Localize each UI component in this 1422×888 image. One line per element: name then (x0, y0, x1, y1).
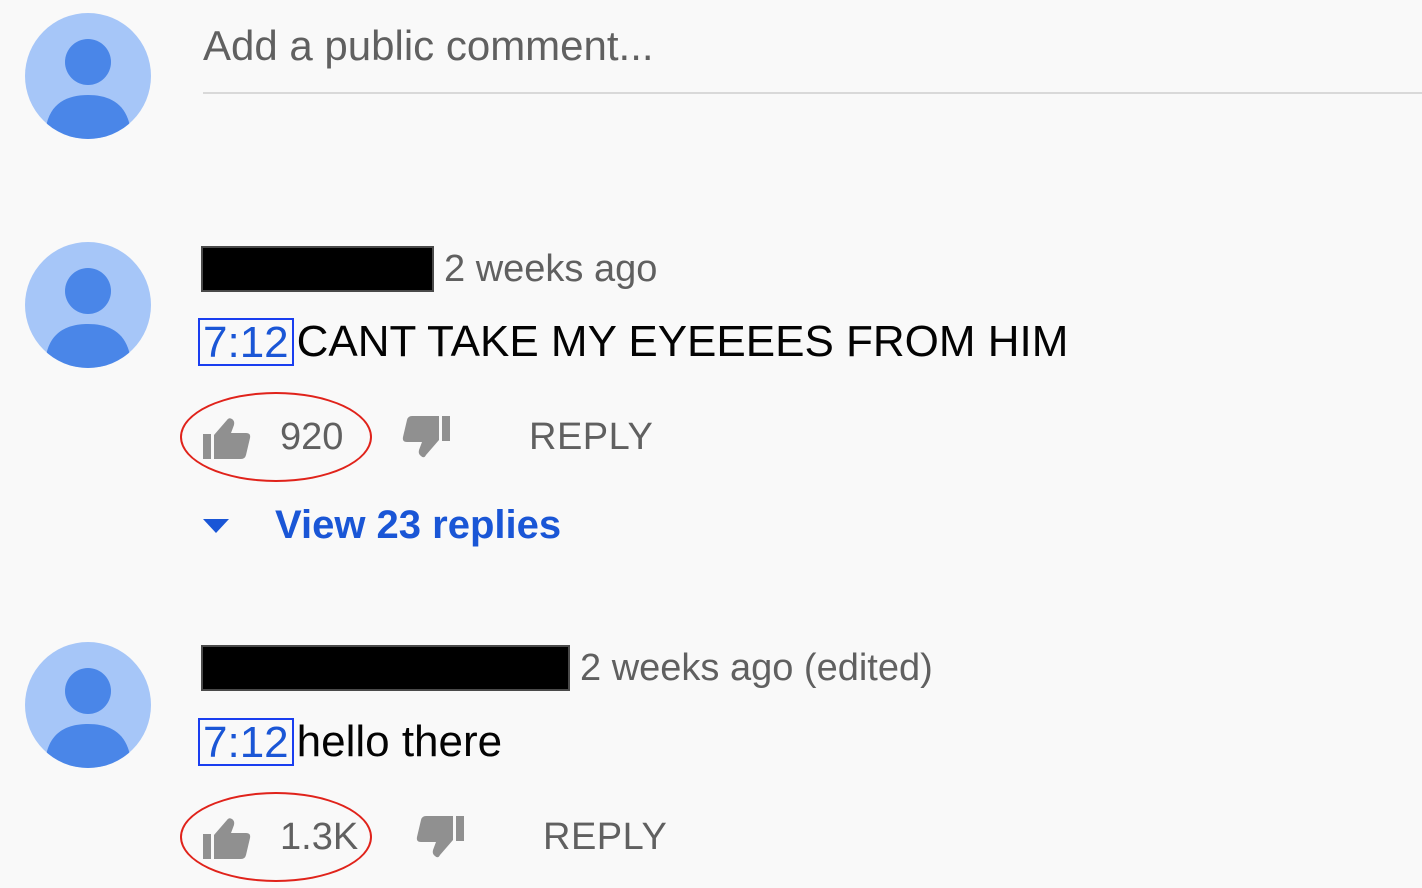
dislike-wrapper (401, 414, 451, 460)
view-replies-label[interactable]: View 23 replies (275, 503, 561, 548)
add-comment-input[interactable] (203, 20, 1422, 72)
comment-header: 2 weeks ago (201, 246, 657, 292)
like-count: 1.3K (280, 816, 359, 858)
comment-actions: 920 REPLY (180, 392, 653, 482)
comment-text: 7:12 hello there (198, 718, 502, 766)
comment-text: 7:12 CANT TAKE MY EYEEEES FROM HIM (198, 318, 1068, 366)
view-replies-button[interactable]: View 23 replies (203, 503, 561, 548)
like-group: 920 (180, 392, 372, 482)
thumbs-up-icon[interactable] (202, 816, 252, 860)
default-user-avatar-icon (45, 268, 131, 368)
video-timestamp-link[interactable]: 7:12 (198, 718, 294, 766)
comment-body: CANT TAKE MY EYEEEES FROM HIM (296, 317, 1069, 366)
redacted-author-name (201, 645, 570, 691)
comment-body: hello there (296, 717, 503, 766)
default-user-avatar-icon (45, 39, 131, 139)
thumbs-down-icon[interactable] (401, 414, 451, 460)
comment-timestamp[interactable]: 2 weeks ago (edited) (580, 645, 933, 691)
redacted-author-name (201, 246, 434, 292)
default-user-avatar-icon (45, 668, 131, 768)
comment-timestamp[interactable]: 2 weeks ago (444, 246, 657, 292)
video-timestamp-link[interactable]: 7:12 (198, 318, 294, 366)
caret-down-icon (203, 518, 229, 533)
current-user-avatar (25, 13, 151, 139)
reply-button[interactable]: REPLY (529, 416, 653, 459)
like-group: 1.3K (180, 792, 372, 882)
comment-header: 2 weeks ago (edited) (201, 645, 933, 691)
comment-actions: 1.3K REPLY (180, 792, 667, 882)
thumbs-down-icon[interactable] (415, 814, 465, 860)
thumbs-up-icon[interactable] (202, 416, 252, 460)
like-count: 920 (280, 416, 344, 458)
commenter-avatar[interactable] (25, 242, 151, 368)
reply-button[interactable]: REPLY (543, 816, 667, 859)
commenter-avatar[interactable] (25, 642, 151, 768)
dislike-wrapper (415, 814, 465, 860)
add-comment-box[interactable] (203, 20, 1422, 94)
